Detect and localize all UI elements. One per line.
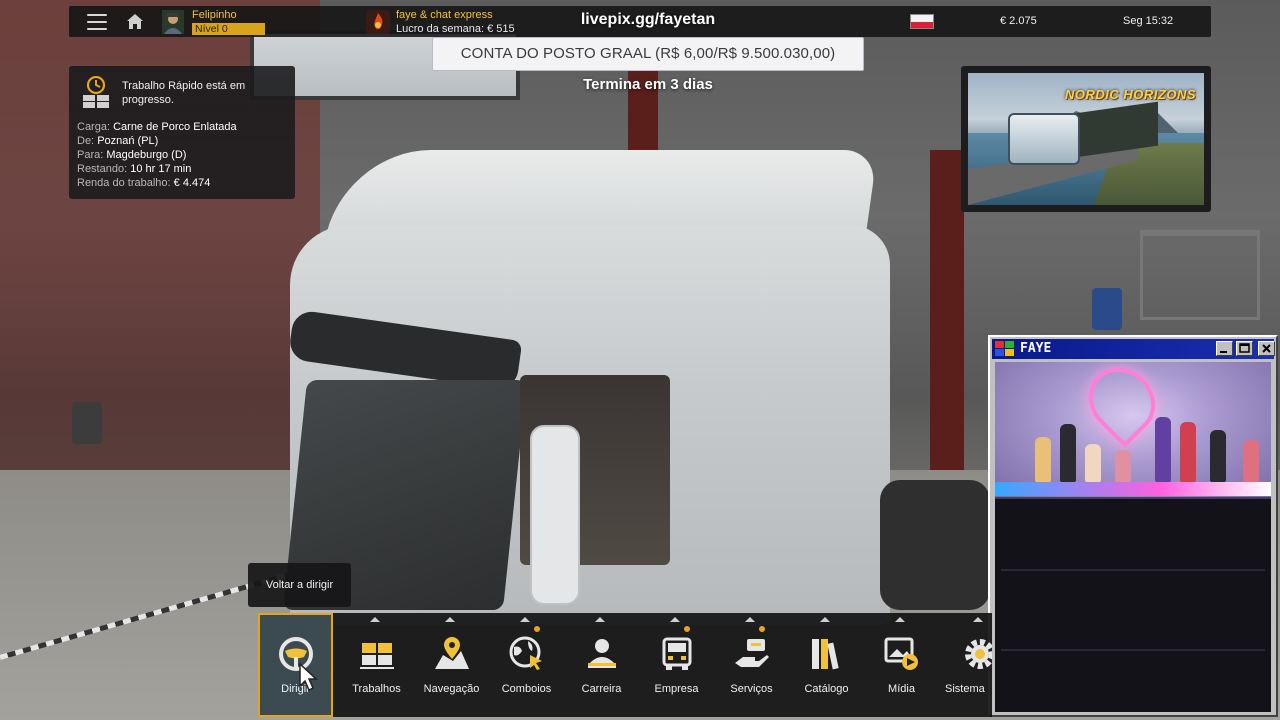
person-icon [588, 639, 616, 668]
menu-media-button[interactable]: Mídia [864, 613, 939, 717]
gear-icon [965, 639, 992, 669]
webcam-title-bar[interactable]: FAYE [992, 339, 1275, 359]
menu-navigation-label: Navegação [423, 683, 480, 695]
donation-goal: CONTA DO POSTO GRAAL (R$ 6,00/R$ 9.500.0… [432, 37, 864, 71]
menu-company-button[interactable]: Empresa [639, 613, 714, 717]
webcam-window: FAYE [988, 335, 1278, 717]
barrel [72, 402, 102, 444]
cabinet [995, 499, 1271, 712]
menu-catalog-button[interactable]: Catálogo [789, 613, 864, 717]
menu-convoys-label: Comboios [501, 683, 552, 695]
webcam-feed [995, 362, 1271, 712]
menu-system-label: Sistema [945, 683, 985, 695]
maximize-button[interactable] [1236, 341, 1253, 356]
job-row-cargo: Carga: Carne de Porco Enlatada [77, 121, 237, 133]
menu-jobs-button[interactable]: Trabalhos [339, 613, 414, 717]
job-details: Carga: Carne de Porco Enlatada De: Pozna… [77, 120, 237, 190]
truck-chassis [880, 480, 990, 610]
truck-mirror [530, 425, 580, 605]
menu-system-button[interactable]: Sistema [942, 613, 992, 717]
garage-shelf [1140, 230, 1260, 320]
quick-job-clock-icon [83, 76, 109, 108]
map-pin-icon [435, 637, 469, 669]
truck-front-icon [662, 637, 692, 670]
globe-cursor-icon [509, 636, 542, 670]
job-row-to: Para: Magdeburgo (D) [77, 149, 187, 161]
notification-dot [684, 626, 690, 632]
menu-services-button[interactable]: Serviços [714, 613, 789, 717]
notification-dot [534, 626, 540, 632]
ms-logo-icon [995, 341, 1014, 356]
cargo-boxes-icon [360, 643, 394, 669]
webcam-title: FAYE [1020, 341, 1052, 356]
drive-tooltip: Voltar a dirigir [248, 563, 351, 607]
stream-url-overlay: livepix.gg/fayetan [580, 11, 716, 28]
dlc-ad-image: NORDIC HORIZONS [968, 73, 1204, 205]
notification-dot [759, 626, 765, 632]
menu-services-label: Serviços [730, 683, 773, 695]
books-icon [812, 639, 839, 670]
close-button[interactable] [1258, 341, 1275, 356]
menu-company-label: Empresa [654, 683, 699, 695]
job-row-remaining: Restando: 10 hr 17 min [77, 163, 192, 175]
menu-media-label: Mídia [888, 683, 915, 695]
job-info-panel[interactable]: Trabalho Rápido está em progresso. Carga… [69, 66, 295, 199]
menu-career-button[interactable]: Carreira [564, 613, 639, 717]
service-hand-icon [735, 639, 769, 667]
dlc-ad-panel[interactable]: NORDIC HORIZONS [961, 66, 1211, 212]
main-menu-bar: Dirigir Trabalhos Navegação Comboios Car… [258, 613, 992, 717]
job-row-income: Renda do trabalho: € 4.474 [77, 177, 211, 189]
menu-convoys-button[interactable]: Comboios [489, 613, 564, 717]
minimize-button[interactable] [1216, 341, 1233, 356]
job-row-from: De: Poznań (PL) [77, 135, 159, 147]
barrel [1092, 288, 1122, 330]
goal-deadline: Termina em 3 dias [583, 76, 713, 93]
job-status: Trabalho Rápido está em progresso. [122, 80, 246, 106]
menu-jobs-label: Trabalhos [352, 683, 401, 695]
mouse-cursor-icon [299, 662, 318, 692]
media-play-icon [884, 637, 918, 670]
menu-navigation-button[interactable]: Navegação [414, 613, 489, 717]
garage-pillar [930, 150, 964, 470]
menu-catalog-label: Catálogo [804, 683, 849, 695]
menu-career-label: Carreira [581, 683, 622, 695]
dlc-ad-title: NORDIC HORIZONS [1065, 87, 1196, 102]
